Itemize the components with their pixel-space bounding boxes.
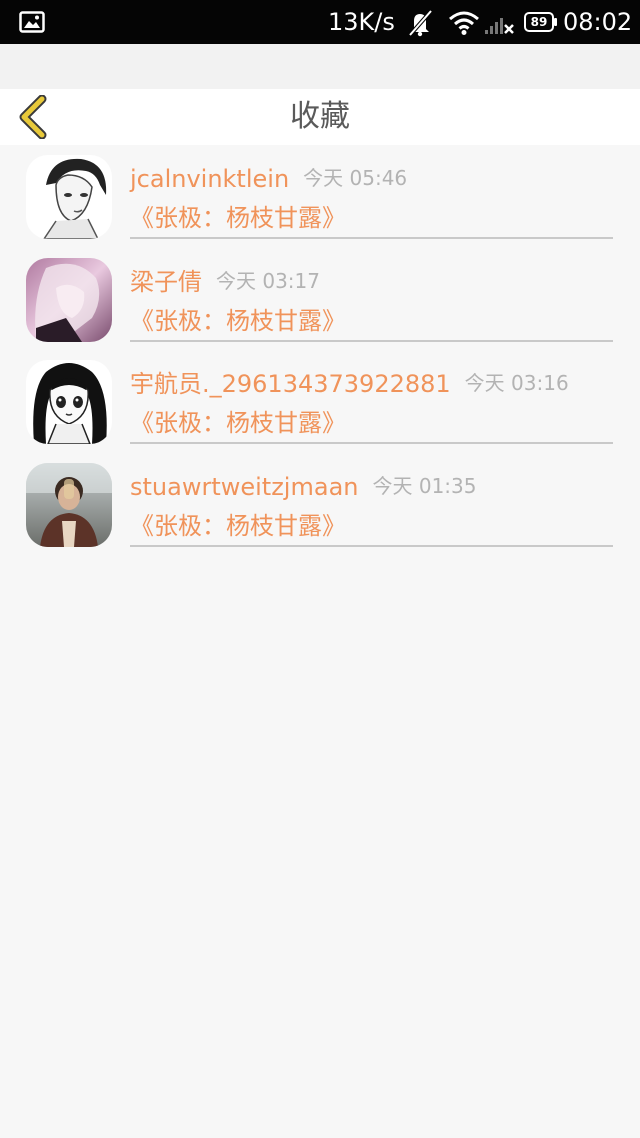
username[interactable]: stuawrtweitzjmaan 今天 01:35 — [130, 471, 476, 502]
gallery-icon — [19, 11, 45, 33]
timestamp: 今天 05:46 — [303, 166, 408, 190]
page-title: 收藏 — [290, 99, 350, 134]
battery-icon: 89 — [524, 12, 558, 32]
avatar[interactable] — [26, 257, 112, 342]
timestamp: 今天 01:35 — [372, 473, 477, 498]
collection-title[interactable]: 《张极：杨枝甘露》 — [130, 511, 346, 541]
collection-title[interactable]: 《张极：杨枝甘露》 — [130, 408, 346, 438]
avatar[interactable] — [26, 360, 112, 444]
battery-level: 89 — [530, 15, 548, 29]
list-item[interactable]: 宇航员._296134373922881 今天 03:16 《张极：杨枝甘露》 — [0, 350, 640, 453]
wifi-icon — [449, 11, 479, 35]
divider — [130, 442, 613, 444]
timestamp: 今天 03:17 — [216, 268, 320, 293]
network-speed: 13K/s — [328, 8, 395, 36]
collection-title[interactable]: 《张极：杨枝甘露》 — [130, 203, 346, 233]
status-time: 08:02 — [563, 8, 633, 36]
list-item[interactable]: 梁子倩 今天 03:17 《张极：杨枝甘露》 — [0, 248, 640, 351]
collection-title[interactable]: 《张极：杨枝甘露》 — [130, 306, 346, 336]
divider — [130, 237, 613, 239]
favorites-list: jcalnvinktlein 今天 05:46 《张极：杨枝甘露》 梁子倩 今天… — [0, 145, 640, 555]
status-bar: 13K/s 89 08:02 — [0, 0, 640, 44]
avatar[interactable] — [26, 155, 112, 239]
header-bar: 收藏 — [0, 89, 640, 145]
divider — [130, 544, 613, 547]
timestamp: 今天 03:16 — [464, 371, 569, 395]
divider — [130, 339, 613, 342]
list-item[interactable]: stuawrtweitzjmaan 今天 01:35 《张极：杨枝甘露》 — [0, 453, 640, 556]
avatar[interactable] — [26, 462, 112, 547]
list-item[interactable]: jcalnvinktlein 今天 05:46 《张极：杨枝甘露》 — [0, 145, 640, 248]
signal-icon — [485, 18, 514, 34]
username[interactable]: jcalnvinktlein 今天 05:46 — [130, 163, 407, 194]
bell-off-icon — [408, 9, 433, 37]
username[interactable]: 宇航员._296134373922881 今天 03:16 — [130, 368, 569, 399]
username[interactable]: 梁子倩 今天 03:17 — [130, 266, 320, 297]
